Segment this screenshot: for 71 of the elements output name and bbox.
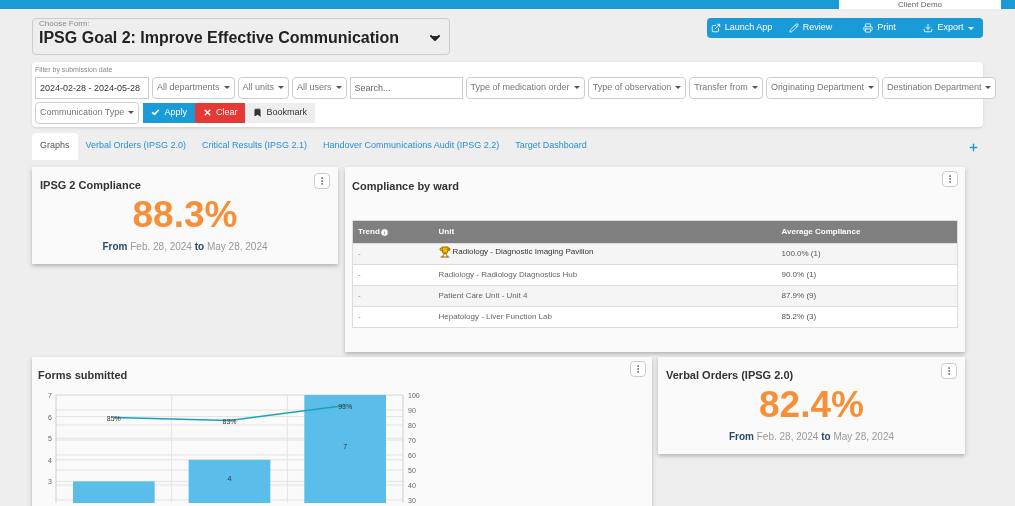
date-range-field[interactable]: 2024-02-28 - 2024-05-28	[35, 76, 149, 99]
table-cell: 85.2% (3)	[781, 312, 817, 321]
more-options-button[interactable]	[941, 362, 957, 379]
column-header: Average Compliance	[781, 226, 861, 238]
percentage-value: 88.3%	[132, 193, 238, 237]
filter-dropdown[interactable]: Originating Department	[765, 76, 879, 99]
table-cell: Patient Care Unit - Unit 4	[438, 290, 528, 302]
bookmark-icon	[253, 108, 263, 117]
account-label: Client Demo	[839, 0, 1001, 9]
card-title: Compliance by ward	[352, 178, 459, 194]
table-cell: -	[358, 249, 361, 258]
date-range-text: From Feb. 28, 2024 to May 28, 2024	[102, 240, 268, 254]
download-icon	[923, 23, 934, 33]
action-button[interactable]: Review	[776, 18, 845, 38]
filter-dropdown[interactable]: Destination Department	[881, 76, 997, 99]
action-button[interactable]: Print	[845, 18, 914, 38]
tab[interactable]: Handover Communications Audit (IPSG 2.2)	[315, 132, 508, 160]
action-button[interactable]: Launch App	[707, 18, 776, 38]
filter-dropdown[interactable]: Type of observation	[587, 76, 687, 99]
info-icon	[379, 227, 389, 237]
caret-icon	[967, 26, 974, 30]
more-options-button[interactable]	[630, 360, 646, 377]
caret-icon	[335, 86, 342, 89]
percentage-value: 82.4%	[759, 383, 864, 427]
table-cell: -	[358, 312, 361, 321]
card-title: IPSG 2 Compliance	[40, 177, 141, 193]
form-chooser[interactable]: Choose Form: IPSG Goal 2: Improve Effective Communication	[32, 18, 450, 55]
caret-icon	[573, 86, 580, 89]
column-header: Trend	[358, 226, 380, 238]
action-button[interactable]: Export	[914, 18, 983, 38]
table-cell: 90.0% (1)	[781, 270, 817, 279]
caret-icon	[128, 111, 135, 114]
pencil-icon	[788, 23, 799, 33]
tab[interactable]: Critical Results (IPSG 2.1)	[194, 132, 316, 160]
filter-dropdown[interactable]: All departments	[152, 76, 235, 99]
filter-dropdown[interactable]: Transfer from	[689, 76, 763, 99]
caret-icon	[675, 86, 682, 89]
column-header: Unit	[438, 226, 455, 238]
external-link-icon	[710, 23, 721, 33]
table-cell: 100.0% (1)	[781, 249, 821, 258]
search-field[interactable]: Search...	[349, 76, 463, 99]
printer-icon	[863, 23, 874, 33]
table-cell: Radiology - Diagnostic Imaging Pavilion	[452, 246, 594, 258]
table-cell: -	[358, 291, 361, 300]
caret-icon	[223, 86, 230, 89]
tab[interactable]: Verbal Orders (IPSG 2.0)	[77, 132, 195, 160]
date-range-text: From Feb. 28, 2024 to May 28, 2024	[728, 430, 895, 444]
clear-button[interactable]: Clear	[194, 102, 246, 123]
caret-icon	[278, 86, 285, 89]
table-cell: 87.9% (9)	[781, 291, 817, 300]
more-options-button[interactable]	[942, 170, 958, 187]
table-cell: Radiology - Radiology Diagnostics Hub	[438, 269, 578, 281]
caret-icon	[867, 86, 874, 89]
bookmark-button[interactable]: Bookmark	[245, 102, 315, 123]
tab[interactable]: Graphs	[32, 132, 78, 160]
caret-icon	[751, 86, 758, 89]
filter-dropdown[interactable]: Type of medication order	[465, 76, 585, 99]
caret-icon	[985, 86, 992, 89]
card-title: Verbal Orders (IPSG 2.0)	[666, 367, 794, 383]
more-options-button[interactable]	[314, 172, 330, 189]
tab[interactable]: Target Dashboard	[507, 132, 595, 160]
filter-dropdown[interactable]: All users	[292, 76, 347, 99]
card-title: Forms submitted	[38, 367, 128, 383]
close-icon	[202, 108, 212, 117]
add-tab-icon	[968, 141, 979, 153]
filter-dropdown[interactable]: Communication Type	[35, 101, 140, 124]
table-cell: Hepatology - Liver Function Lab	[438, 311, 552, 323]
filter-dropdown[interactable]: All units	[237, 76, 290, 99]
table-cell: -	[358, 270, 361, 279]
check-icon	[151, 108, 161, 117]
apply-button[interactable]: Apply	[143, 102, 195, 123]
